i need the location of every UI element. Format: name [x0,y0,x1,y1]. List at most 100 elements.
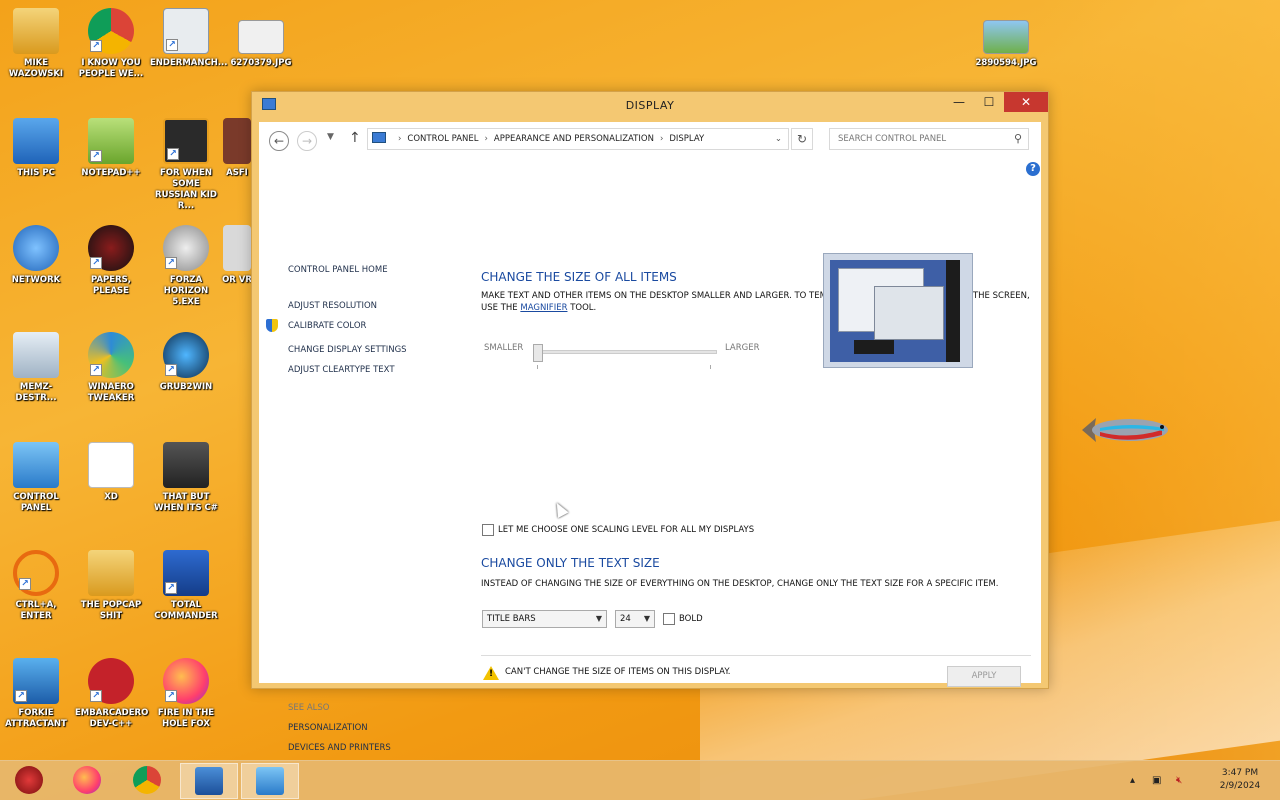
chrome-icon: ↗ [88,8,134,54]
desktop-icon-6270379[interactable]: 6270379.jpg [225,20,297,69]
window-title: Display [625,99,675,112]
desktop-icon-firefox[interactable]: ↗ fire in the hole fox [150,658,222,730]
clock[interactable]: 3:47 PM 2/9/2024 [1210,767,1270,793]
gear-monitor-icon: ↗ [13,658,59,704]
control-panel-icon [13,442,59,488]
help-icon[interactable]: ? [1026,162,1040,176]
desktop-icon-memz[interactable]: MEMZ-Destr... [0,332,72,404]
clock-date: 2/9/2024 [1219,781,1261,791]
adjust-cleartype-link[interactable]: Adjust ClearType text [288,365,395,375]
taskbar-chrome[interactable] [118,763,176,799]
taskbar-firefox[interactable] [58,763,116,799]
recent-locations-dropdown[interactable]: ▼ [327,132,334,142]
desktop-icon-this-pc[interactable]: This PC [0,118,72,179]
section-description-text-size: Instead of changing the size of everythi… [481,579,999,589]
maximize-button[interactable]: ☐ [974,92,1004,112]
desktop-icon-russian-kid[interactable]: ↗ For when some russian kid r... [150,118,222,212]
image-file-icon [238,20,284,54]
desktop-icon-label: Control Panel [13,492,59,513]
address-bar: ← → ▼ ↑ › Control Panel › Appearance and Pe… [259,122,1041,158]
desktop-icon-endermanch[interactable]: ↗ Endermanch... [150,8,228,69]
desktop-icon-asfi[interactable]: asfi [222,118,252,179]
up-button[interactable]: ↑ [349,130,361,146]
fish-icon [1082,418,1168,442]
desktop-icon-forkie[interactable]: ↗ Forkie Attractant [0,658,72,730]
desktop-icon-label: fire in the hole fox [157,708,215,729]
de-app-icon: ↗ [163,118,209,164]
network-tray-icon[interactable]: ▣ [1152,761,1161,800]
desktop-icon-notepadpp[interactable]: ↗ Notepad++ [75,118,147,179]
desktop-icon-label: asfi [226,168,248,178]
show-hidden-icons-button[interactable]: ▴ [1130,761,1135,800]
window-client: ← → ▼ ↑ › Control Panel › Appearance and Pe… [259,122,1041,753]
desktop-icon-2890594[interactable]: 2890594.jpg [970,20,1042,69]
desktop-icon-popcap[interactable]: the popcap shit [75,550,147,622]
desktop-icon-devcpp[interactable]: ↗ Embarcadero Dev-C++ [75,658,148,730]
firefox-icon: ↗ [163,658,209,704]
floppy-icon: ↗ [163,550,209,596]
calibrate-color-link[interactable]: Calibrate color [288,321,366,331]
clock-time: 3:47 PM [1221,768,1259,778]
flash-icon: ↗ [163,225,209,271]
image-file-icon [983,20,1029,54]
desktop-icon-total-commander[interactable]: ↗ Total Commander [150,550,222,622]
item-select[interactable]: Title bars ▼ [482,610,607,628]
desktop-icon-label: Grub2Win [159,382,213,392]
size-select[interactable]: 24 ▼ [615,610,655,628]
taskbar-virtualbox[interactable] [180,763,238,799]
breadcrumb-appearance[interactable]: Appearance and Personalization [494,134,654,144]
size-slider-track[interactable] [535,350,717,354]
start-button[interactable] [0,763,58,799]
section-title-size-all: Change the size of all items [481,270,677,284]
desktop-icon-label: For when some russian kid r... [155,168,217,211]
refresh-button[interactable]: ↻ [791,128,813,150]
app-icon [223,118,251,164]
scaling-checkbox[interactable] [482,524,494,536]
taskbar-control-panel[interactable] [241,763,299,799]
desktop-icon-mike-wazowski[interactable]: Mike Wazowski [0,8,72,80]
description-text: tool. [570,303,597,313]
change-display-settings-link[interactable]: Change display settings [288,345,407,355]
apply-button[interactable]: Apply [947,666,1021,687]
winaero-icon: ↗ [88,332,134,378]
window-titlebar[interactable]: Display — ☐ ✕ [252,92,1048,120]
desktop-icon-control-panel[interactable]: Control Panel [0,442,72,514]
magnifier-link[interactable]: Magnifier [520,303,567,313]
desktop-icon-chrome[interactable]: ↗ I know you people we... [75,8,147,80]
network-icon [13,225,59,271]
breadcrumb-control-panel[interactable]: Control Panel [407,134,478,144]
desktop-icon-csharp[interactable]: that but when its c# [150,442,222,514]
desktop-icon-xd[interactable]: XD [75,442,147,503]
desktop-icon-or-vr[interactable]: or vr [222,225,252,286]
back-button[interactable]: ← [269,131,289,151]
desktop-icon-ctrl-a[interactable]: ↗ ctrl+a, enter [0,550,72,622]
preview-window [874,286,944,340]
bold-checkbox[interactable] [663,613,675,625]
scaling-checkbox-label: Let me choose one scaling level for all … [498,525,755,535]
desktop-icon-forza[interactable]: ↗ Forza Horizon 5.exe [150,225,222,308]
desktop-icon-label: Total Commander [154,600,218,621]
forward-button[interactable]: → [297,131,317,151]
devices-printers-link[interactable]: Devices and Printers [288,743,391,753]
volume-muted-icon[interactable]: 🔇︎ [1176,761,1182,800]
control-panel-home-link[interactable]: Control Panel Home [288,265,388,275]
desktop-icon-grub2win[interactable]: ↗ Grub2Win [150,332,222,393]
chevron-down-icon[interactable]: ⌄ [775,129,782,149]
warning-text: Can't change the size of items on this d… [505,667,731,677]
desktop-icon-network[interactable]: Network [0,225,72,286]
close-button[interactable]: ✕ [1004,92,1048,112]
breadcrumb[interactable]: › Control Panel › Appearance and Personaliz… [367,128,789,150]
desktop-icon-label: MEMZ-Destr... [15,382,57,403]
desktop-icon-papers-please[interactable]: ↗ Papers, Please [75,225,147,297]
size-slider-thumb[interactable] [533,344,543,362]
desktop-icon-winaero[interactable]: ↗ Winaero Tweaker [75,332,147,404]
minimize-button[interactable]: — [944,92,974,112]
breadcrumb-display[interactable]: Display [669,134,704,144]
search-placeholder: Search Control Panel [838,134,947,144]
adjust-resolution-link[interactable]: Adjust resolution [288,301,377,311]
chrome-icon [133,766,161,794]
shield-icon [266,319,278,332]
desktop-icon-label: or vr [222,275,252,285]
personalization-link[interactable]: Personalization [288,723,368,733]
search-input[interactable]: Search Control Panel ⚲ [829,128,1029,150]
